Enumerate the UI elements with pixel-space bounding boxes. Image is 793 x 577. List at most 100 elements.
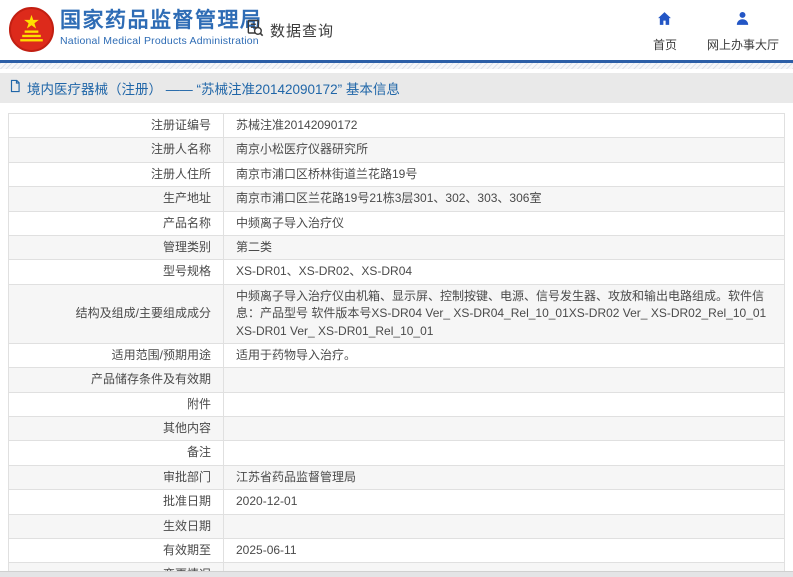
user-icon: [734, 10, 751, 32]
nav-online-hall-label: 网上办事大厅: [706, 38, 779, 52]
row-label-text: 产品名称: [162, 215, 211, 230]
table-row: 附件: [8, 391, 785, 418]
site-header: 国家药品监督管理局 National Medical Products Admi…: [0, 0, 793, 60]
row-label-text: 注册证编号: [150, 118, 211, 132]
row-label: 管理类别: [8, 234, 224, 261]
row-value-text: 中频离子导入治疗仪: [236, 215, 345, 230]
row-value: 中频离子导入治疗仪: [223, 210, 785, 236]
table-row: 注册人住所 南京市浦口区桥林街道兰花路19号: [8, 161, 785, 188]
row-label-text: 生效日期: [162, 518, 211, 533]
row-value: 第二类: [223, 234, 785, 261]
row-label: 其他内容: [8, 416, 224, 442]
table-row: 注册人名称 南京小松医疗仪器研究所: [8, 137, 785, 163]
row-value: 南京市浦口区桥林街道兰花路19号: [223, 161, 785, 188]
row-value: [223, 416, 785, 442]
row-label-text: 结构及组成/主要组成成分: [75, 306, 211, 321]
row-label: 适用范围/预期用途: [8, 342, 224, 369]
row-label: 注册人名称: [8, 137, 224, 163]
document-search-icon: [245, 18, 265, 43]
nav-home-label: 首页: [652, 38, 677, 52]
row-label-text: 有效期至: [162, 543, 211, 558]
footer-strip: [0, 571, 793, 577]
site-title: 国家药品监督管理局: [60, 9, 263, 32]
row-label: 注册证编号: [8, 112, 224, 139]
row-value: 江苏省药品监督管理局: [223, 464, 785, 491]
row-value-text: 南京小松医疗仪器研究所: [236, 142, 369, 157]
row-value-text: 江苏省药品监督管理局: [236, 469, 357, 484]
title-block: 国家药品监督管理局 National Medical Products Admi…: [60, 8, 263, 47]
nav-online-hall[interactable]: 网上办事大厅: [707, 10, 779, 53]
table-row: 审批部门 江苏省药品监督管理局: [8, 464, 785, 491]
table-row: 备注: [8, 440, 785, 466]
page: 国家药品监督管理局 National Medical Products Admi…: [0, 0, 793, 577]
nav-home[interactable]: 首页: [653, 10, 677, 53]
row-label-text: 注册人名称: [150, 142, 211, 157]
row-value: 2025-06-11: [223, 538, 785, 564]
row-label-text: 批准日期: [162, 494, 211, 509]
row-value: [223, 440, 785, 466]
row-value-text: 苏械注准20142090172: [236, 118, 358, 132]
row-label-text: 管理类别: [162, 239, 211, 254]
row-label: 产品储存条件及有效期: [8, 367, 224, 393]
row-value-text: 南京市浦口区兰花路19号21栋3层301、302、303、306室: [236, 191, 542, 206]
row-label: 生产地址: [8, 186, 224, 212]
row-label-text: 产品储存条件及有效期: [90, 372, 211, 387]
row-value: 2020-12-01: [223, 489, 785, 515]
row-label: 注册人住所: [8, 161, 224, 188]
data-query-label: 数据查询: [270, 23, 335, 40]
row-value-text: 2025-06-11: [236, 543, 297, 558]
data-query-tab[interactable]: 数据查询: [245, 18, 334, 43]
table-row: 生效日期: [8, 513, 785, 540]
row-label-text: 注册人住所: [150, 166, 211, 181]
table-row: 注册证编号 苏械注准20142090172: [8, 112, 785, 139]
table-row: 其他内容: [8, 416, 785, 442]
row-label-text: 型号规格: [162, 264, 211, 279]
row-value-text: 适用于药物导入治疗。: [236, 347, 357, 362]
table-row: 批准日期 2020-12-01: [8, 489, 785, 515]
row-label: 有效期至: [8, 538, 224, 564]
row-label-text: 附件: [186, 396, 211, 411]
table-row: 产品名称 中频离子导入治疗仪: [8, 210, 785, 236]
hatch-strip: [0, 63, 793, 69]
row-value-text: 南京市浦口区桥林街道兰花路19号: [236, 166, 418, 181]
breadcrumb: 境内医疗器械（注册） —— “苏械注准20142090172” 基本信息: [0, 73, 793, 103]
breadcrumb-text: 境内医疗器械（注册） —— “苏械注准20142090172” 基本信息: [27, 82, 400, 97]
row-value-text: 2020-12-01: [236, 494, 298, 509]
info-table-body: 注册证编号 苏械注准20142090172 注册人名称 南京小松医疗仪器研究所: [8, 112, 785, 577]
row-value: [223, 391, 785, 418]
site-subtitle: National Medical Products Administration: [60, 35, 259, 48]
row-label: 生效日期: [8, 513, 224, 540]
page-icon: [8, 79, 22, 98]
row-value-text: XS-DR01、XS-DR02、XS-DR04: [236, 264, 413, 279]
home-icon: [656, 10, 673, 32]
row-label-text: 其他内容: [162, 421, 211, 436]
row-value: [223, 513, 785, 540]
row-label-text: 审批部门: [162, 469, 211, 484]
row-value: 南京市浦口区兰花路19号21栋3层301、302、303、306室: [223, 186, 785, 212]
table-row: 生产地址 南京市浦口区兰花路19号21栋3层301、302、303、306室: [8, 186, 785, 212]
row-label-text: 备注: [186, 445, 211, 460]
table-row: 型号规格 XS-DR01、XS-DR02、XS-DR04: [8, 259, 785, 285]
row-label: 备注: [8, 440, 224, 466]
table-row: 产品储存条件及有效期: [8, 367, 785, 393]
row-label: 批准日期: [8, 489, 224, 515]
row-value-text: 第二类: [236, 239, 273, 254]
info-table: 注册证编号 苏械注准20142090172 注册人名称 南京小松医疗仪器研究所: [8, 112, 785, 577]
header-nav: 首页 网上办事大厅: [653, 10, 779, 53]
nmpa-emblem-logo: [8, 6, 55, 53]
row-value: 适用于药物导入治疗。: [223, 342, 785, 369]
row-label: 审批部门: [8, 464, 224, 491]
table-row: 管理类别 第二类: [8, 234, 785, 261]
row-label-text: 生产地址: [162, 191, 211, 206]
row-value-text: 中频离子导入治疗仪由机箱、显示屏、控制按键、电源、信号发生器、攻放和输出电路组成…: [236, 288, 767, 338]
row-value: 苏械注准20142090172: [223, 112, 785, 139]
row-value: [223, 367, 785, 393]
row-value: 南京小松医疗仪器研究所: [223, 137, 785, 163]
row-value: 中频离子导入治疗仪由机箱、显示屏、控制按键、电源、信号发生器、攻放和输出电路组成…: [223, 283, 785, 344]
row-label: 型号规格: [8, 259, 224, 285]
row-label: 结构及组成/主要组成成分: [8, 283, 224, 344]
row-label: 产品名称: [8, 210, 224, 236]
row-label: 附件: [8, 391, 224, 418]
row-value: XS-DR01、XS-DR02、XS-DR04: [223, 259, 785, 285]
table-row: 适用范围/预期用途 适用于药物导入治疗。: [8, 342, 785, 369]
